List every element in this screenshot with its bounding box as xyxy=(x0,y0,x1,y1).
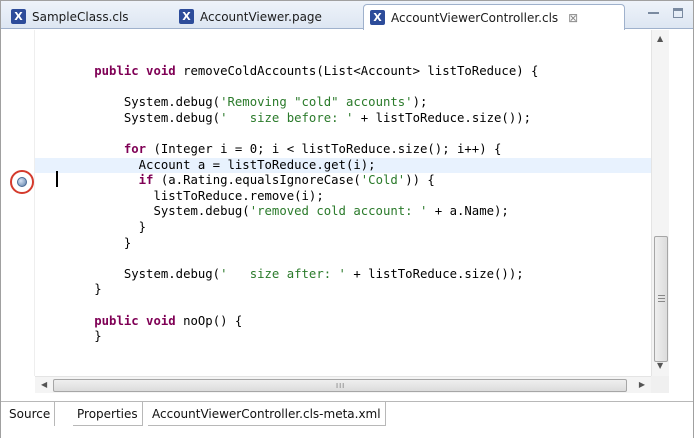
apex-class-icon: X xyxy=(11,9,26,24)
grip-icon: III xyxy=(336,382,346,390)
vertical-scroll-thumb[interactable] xyxy=(654,236,668,362)
scroll-down-icon[interactable]: ▼ xyxy=(657,361,663,370)
code-line[interactable]: } xyxy=(35,220,651,235)
code-line[interactable] xyxy=(35,80,651,95)
tab-accountviewercontroller[interactable]: X AccountViewerController.cls ⊠ xyxy=(363,4,625,30)
code-keyword: if xyxy=(138,173,154,188)
code-editor[interactable]: public void removeColdAccounts(List<Acco… xyxy=(1,30,693,393)
tab-properties-label: Properties xyxy=(77,406,138,421)
apex-page-icon: X xyxy=(179,9,194,24)
code-text: listToReduce.remove(i); xyxy=(35,188,324,203)
code-text: + listToReduce.size()); xyxy=(345,266,524,281)
code-text: System.debug( xyxy=(35,110,221,125)
code-text: )) { xyxy=(405,173,435,188)
code-text: System.debug( xyxy=(35,204,250,219)
editor-tab-bar: X SampleClass.cls X AccountViewer.page X… xyxy=(1,1,693,30)
code-text: + listToReduce.size()); xyxy=(353,110,532,125)
code-text: } xyxy=(35,282,102,297)
code-text: System.debug( xyxy=(35,266,221,281)
code-string: ' size before: ' xyxy=(220,110,354,125)
scrollbar-corner xyxy=(651,376,669,393)
minimize-icon[interactable] xyxy=(648,12,659,15)
breakpoint-dot-icon xyxy=(17,177,27,187)
apex-class-icon: X xyxy=(370,10,385,25)
code-text: + a.Name); xyxy=(427,204,509,219)
vertical-scrollbar[interactable]: ▲ ▼ xyxy=(651,30,669,376)
code-keyword: public void xyxy=(94,64,176,78)
code-string: ' size after: ' xyxy=(220,266,346,281)
tab-sampleclass[interactable]: X SampleClass.cls xyxy=(5,4,129,29)
breakpoint-ruler[interactable] xyxy=(1,30,35,376)
tab-meta-xml-label: AccountViewerController.cls-meta.xml xyxy=(152,406,381,421)
current-code-line[interactable]: Account a = listToReduce.get(i); xyxy=(35,157,651,173)
tab-label: AccountViewer.page xyxy=(200,9,322,24)
code-line[interactable]: System.debug('Removing "cold" accounts')… xyxy=(35,95,651,110)
code-line[interactable] xyxy=(35,298,651,313)
horizontal-scroll-thumb[interactable]: III xyxy=(53,379,627,392)
breakpoint-marker[interactable] xyxy=(10,170,34,194)
code-line[interactable]: for (Integer i = 0; i < listToReduce.siz… xyxy=(35,142,651,157)
code-line[interactable] xyxy=(35,251,651,266)
code-text: } xyxy=(35,220,147,234)
view-controls xyxy=(648,6,683,18)
code-line[interactable]: listToReduce.remove(i); xyxy=(35,189,651,204)
code-line[interactable]: if (a.Rating.equalsIgnoreCase('Cold')) { xyxy=(35,173,651,188)
code-line[interactable]: } xyxy=(35,329,651,344)
tab-accountviewer-page[interactable]: X AccountViewer.page xyxy=(173,4,322,29)
editor-window: X SampleClass.cls X AccountViewer.page X… xyxy=(0,0,694,438)
editor-bottom-tabs: Source Properties AccountViewerControlle… xyxy=(1,401,693,438)
code-line[interactable]: public void noOp() { xyxy=(35,314,651,329)
code-keyword: public void xyxy=(94,313,176,328)
code-line[interactable]: } xyxy=(35,282,651,297)
code-text: } xyxy=(35,329,102,344)
code-text: System.debug( xyxy=(35,95,221,110)
tab-properties[interactable]: Properties xyxy=(73,402,143,426)
code-text: ); xyxy=(412,95,428,110)
code-line[interactable]: System.debug(' size after: ' + listToRed… xyxy=(35,267,651,282)
close-icon[interactable]: ⊠ xyxy=(568,11,578,25)
tab-label: AccountViewerController.cls xyxy=(391,10,559,25)
code-area[interactable]: public void removeColdAccounts(List<Acco… xyxy=(35,30,651,376)
code-text: noOp() { xyxy=(175,313,243,328)
code-text: removeColdAccounts(List<Account> listToR… xyxy=(175,64,539,78)
grip-icon xyxy=(658,295,665,302)
code-text: Account a = listToReduce.get(i); xyxy=(35,157,376,172)
text-caret xyxy=(56,171,58,187)
code-string: 'removed cold account: ' xyxy=(249,204,428,219)
code-line[interactable]: System.debug('removed cold account: ' + … xyxy=(35,204,651,219)
maximize-icon[interactable] xyxy=(673,8,683,18)
code-line[interactable]: public void removeColdAccounts(List<Acco… xyxy=(35,64,651,79)
tab-source-label: Source xyxy=(9,407,51,421)
code-line[interactable] xyxy=(35,126,651,141)
code-line[interactable]: } xyxy=(35,236,651,251)
tab-meta-xml[interactable]: AccountViewerController.cls-meta.xml xyxy=(148,402,386,426)
horizontal-scrollbar[interactable]: ◀ III ▶ xyxy=(35,376,651,393)
scroll-right-icon[interactable]: ▶ xyxy=(639,380,645,389)
code-string: 'Removing "cold" accounts' xyxy=(220,95,413,110)
scroll-up-icon[interactable]: ▲ xyxy=(657,34,663,43)
scroll-left-icon[interactable]: ◀ xyxy=(41,380,47,389)
tab-source[interactable]: Source xyxy=(5,402,56,426)
code-text: } xyxy=(35,235,132,250)
code-keyword: for xyxy=(123,142,147,156)
code-text: (Integer i = 0; i < listToReduce.size();… xyxy=(146,142,502,156)
code-line[interactable]: System.debug(' size before: ' + listToRe… xyxy=(35,111,651,126)
tab-label: SampleClass.cls xyxy=(32,9,129,24)
code-string: 'Cold' xyxy=(360,173,406,188)
code-text: (a.Rating.equalsIgnoreCase( xyxy=(153,173,361,188)
